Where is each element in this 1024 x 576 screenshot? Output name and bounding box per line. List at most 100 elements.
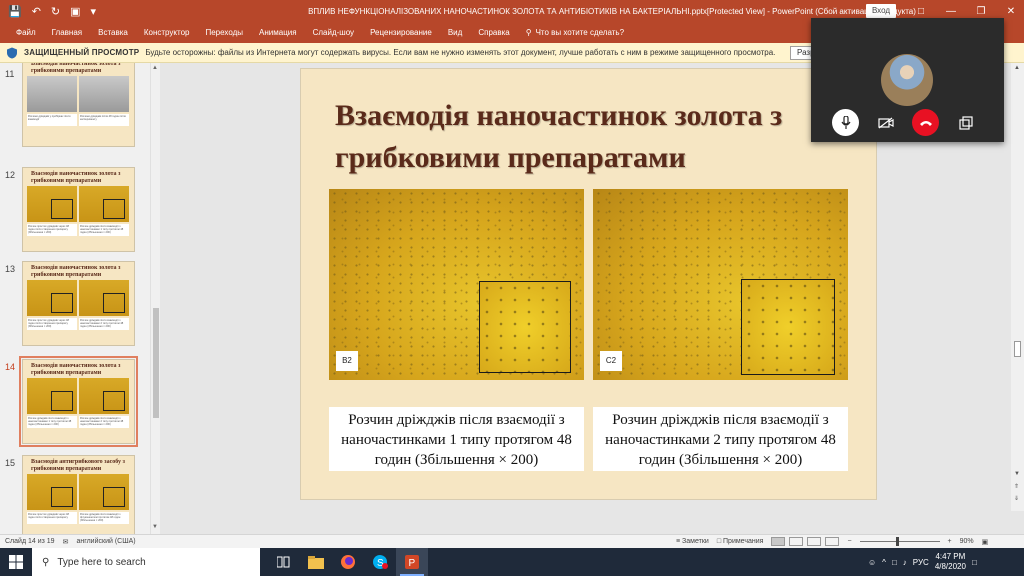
camera-toggle-button[interactable] bbox=[872, 109, 899, 136]
taskbar-clock[interactable]: 4:47 PM 4/8/2020 bbox=[935, 552, 966, 572]
tab-home[interactable]: Главная bbox=[44, 28, 90, 37]
zoom-in-icon[interactable]: + bbox=[948, 538, 952, 545]
thumbnail-photos bbox=[23, 186, 134, 222]
system-tray: ☺ ^ □ ♪ РУС 4:47 PM 4/8/2020 □ bbox=[868, 548, 977, 576]
thumbnail-slide-11[interactable]: 11 Взаємодія наночастинок золота з грибк… bbox=[0, 63, 150, 155]
firefox-icon[interactable] bbox=[332, 548, 364, 576]
tab-animations[interactable]: Анимация bbox=[251, 28, 305, 37]
thumbnail-image[interactable]: Взаємодія наночастинок золота з грибкови… bbox=[22, 63, 135, 147]
slide-title-line-1: Взаємодія наночастинок золота з bbox=[335, 99, 783, 132]
thumbnail-slide-13[interactable]: 13 Взаємодія наночастинок золота з грибк… bbox=[0, 258, 150, 350]
shield-icon bbox=[7, 47, 17, 58]
tab-view[interactable]: Вид bbox=[440, 28, 470, 37]
scroll-down-icon[interactable]: ▼ bbox=[152, 524, 158, 530]
thumbnail-captions: Розчин дріжджів після взаємодії з наноча… bbox=[23, 414, 134, 430]
microphone-icon bbox=[841, 115, 850, 129]
thumbnail-title: Взаємодія наночастинок золота з грибкови… bbox=[31, 171, 121, 184]
people-icon[interactable]: ☺ bbox=[868, 558, 876, 567]
undo-icon[interactable]: ↶ bbox=[32, 5, 41, 18]
zoom-slider[interactable] bbox=[859, 537, 940, 546]
tell-me-text: Что вы хотите сделать? bbox=[535, 28, 625, 37]
clock-date: 4/8/2020 bbox=[934, 562, 966, 571]
notifications-icon[interactable]: □ bbox=[972, 558, 977, 567]
caller-avatar bbox=[881, 54, 933, 106]
save-icon[interactable]: 💾 bbox=[8, 5, 22, 18]
tab-insert[interactable]: Вставка bbox=[90, 28, 136, 37]
thumbnail-number: 11 bbox=[5, 69, 15, 79]
customize-qa-icon[interactable]: ▾ bbox=[91, 5, 97, 18]
tab-help[interactable]: Справка bbox=[470, 28, 517, 37]
left-micrograph[interactable]: B2 bbox=[329, 189, 584, 380]
slide-sorter-icon[interactable] bbox=[789, 537, 804, 546]
powerpoint-icon[interactable]: P bbox=[396, 548, 428, 576]
language-indicator[interactable]: английский (США) bbox=[76, 538, 135, 545]
slide-thumbnail-pane: 11 Взаємодія наночастинок золота з грибк… bbox=[0, 63, 160, 534]
tab-design[interactable]: Конструктор bbox=[136, 28, 198, 37]
tab-file[interactable]: Файл bbox=[8, 28, 44, 37]
thumbnail-image[interactable]: Взаємодія наночастинок золота з грибкови… bbox=[22, 167, 135, 252]
thumbnail-slide-12[interactable]: 12 Взаємодія наночастинок золота з грибк… bbox=[0, 164, 150, 256]
scroll-thumb[interactable] bbox=[1014, 341, 1021, 357]
status-bar: Слайд 14 из 19 ✉ английский (США) ≡ Заме… bbox=[0, 534, 1024, 548]
thumbnail-image[interactable]: Взаємодія антигрибкового засобу з грибко… bbox=[22, 455, 135, 534]
thumbnail-scrollbar[interactable]: ▲ ▼ bbox=[150, 63, 160, 534]
tab-review[interactable]: Рецензирование bbox=[362, 28, 440, 37]
hang-up-button[interactable] bbox=[912, 109, 939, 136]
redo-icon[interactable]: ↻ bbox=[51, 5, 60, 18]
current-slide[interactable]: Взаємодія наночастинок золота з грибкови… bbox=[300, 68, 877, 500]
slideshow-start-icon[interactable]: ▣ bbox=[70, 5, 80, 18]
comments-button[interactable]: □ Примечания bbox=[717, 538, 764, 545]
spellcheck-icon[interactable]: ✉ bbox=[63, 538, 69, 546]
right-micrograph[interactable]: C2 bbox=[593, 189, 848, 380]
taskbar-search-box[interactable]: ⚲ Type here to search bbox=[32, 548, 260, 576]
keyboard-language[interactable]: РУС bbox=[913, 558, 929, 567]
hang-up-icon bbox=[919, 120, 932, 126]
windows-taskbar: ⚲ Type here to search S P ☺ ^ □ ♪ РУС 4:… bbox=[0, 548, 1024, 576]
task-view-icon[interactable] bbox=[268, 548, 300, 576]
call-controls bbox=[832, 109, 979, 136]
zoom-out-icon[interactable]: − bbox=[847, 538, 851, 545]
volume-icon[interactable]: ♪ bbox=[903, 558, 907, 567]
start-button[interactable] bbox=[0, 548, 32, 576]
mute-button[interactable] bbox=[832, 109, 859, 136]
scroll-up-icon[interactable]: ▲ bbox=[1014, 65, 1020, 71]
left-caption[interactable]: Розчин дріжджів після взаємодії з наноча… bbox=[329, 407, 584, 471]
slide-title[interactable]: Взаємодія наночастинок золота з грибкови… bbox=[335, 95, 835, 179]
thumbnail-slide-14[interactable]: 14 Взаємодія наночастинок золота з грибк… bbox=[0, 356, 150, 448]
thumbnail-captions: Розчин простих дріжджів через 48 годин п… bbox=[23, 510, 134, 526]
thumbnail-image[interactable]: Взаємодія наночастинок золота з грибкови… bbox=[19, 356, 138, 447]
signin-button[interactable]: Вход bbox=[866, 4, 896, 18]
thumbnail-photos bbox=[23, 76, 134, 112]
notes-icon: ≡ bbox=[676, 538, 681, 545]
thumbnail-captions: Розчин простих дріжджів через 48 годин п… bbox=[23, 222, 134, 238]
quick-access-toolbar: 💾 ↶ ↻ ▣ ▾ bbox=[0, 5, 200, 18]
zoom-level[interactable]: 90% bbox=[960, 538, 974, 545]
thumbnail-title: Взаємодія антигрибкового засобу з грибко… bbox=[31, 459, 125, 472]
popout-button[interactable] bbox=[952, 109, 979, 136]
tell-me-box[interactable]: ⚲ Что вы хотите сделать? bbox=[518, 28, 624, 37]
file-explorer-icon[interactable] bbox=[300, 548, 332, 576]
previous-slide-icon[interactable]: ⇑ bbox=[1014, 483, 1019, 490]
next-slide-icon[interactable]: ⇓ bbox=[1014, 495, 1019, 502]
scroll-thumb[interactable] bbox=[153, 308, 159, 418]
right-caption[interactable]: Розчин дріжджів після взаємодії з наноча… bbox=[593, 407, 848, 471]
scroll-up-icon[interactable]: ▲ bbox=[152, 65, 158, 71]
thumbnail-slide-15[interactable]: 15 Взаємодія антигрибкового засобу з гри… bbox=[0, 452, 150, 534]
fit-to-window-icon[interactable]: ▣ bbox=[982, 538, 989, 546]
network-icon[interactable]: □ bbox=[892, 558, 897, 567]
video-call-window[interactable] bbox=[811, 18, 1004, 142]
skype-icon[interactable]: S bbox=[364, 548, 396, 576]
show-hidden-icons[interactable]: ^ bbox=[882, 558, 886, 567]
notes-button[interactable]: ≡ Заметки bbox=[676, 538, 709, 545]
lightbulb-icon: ⚲ bbox=[525, 28, 532, 37]
tab-transitions[interactable]: Переходы bbox=[197, 28, 251, 37]
thumbnail-image[interactable]: Взаємодія наночастинок золота з грибкови… bbox=[22, 261, 135, 346]
thumbnail-photos bbox=[23, 280, 134, 316]
zoom-slider-thumb[interactable] bbox=[895, 537, 899, 546]
scroll-down-icon[interactable]: ▼ bbox=[1014, 471, 1020, 477]
reading-view-icon[interactable] bbox=[807, 537, 822, 546]
tab-slideshow[interactable]: Слайд-шоу bbox=[305, 28, 362, 37]
normal-view-icon[interactable] bbox=[771, 537, 786, 546]
slideshow-view-icon[interactable] bbox=[825, 537, 840, 546]
editor-scrollbar[interactable]: ▲ ▼ ⇑ ⇓ bbox=[1011, 63, 1024, 511]
